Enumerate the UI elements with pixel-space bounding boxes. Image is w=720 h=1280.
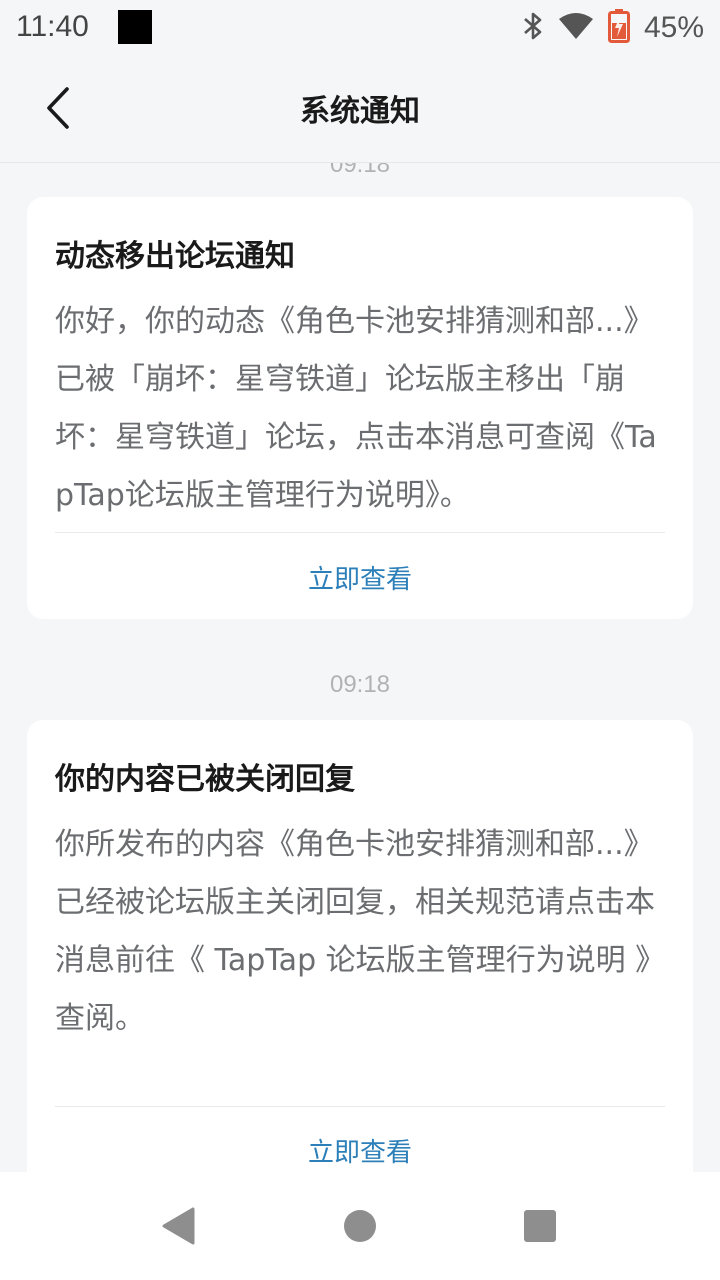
app-bar: 系统通知 [0,56,720,163]
back-triangle-icon [162,1207,195,1245]
notification-title: 动态移出论坛通知 [55,239,295,274]
view-now-button[interactable]: 立即查看 [27,1132,693,1169]
divider [55,532,665,533]
notification-body: 你所发布的内容《角色卡池安排猜测和部...》已经被论坛版主关闭回复，相关规范请点… [55,827,666,1036]
notification-card[interactable]: 你的内容已被关闭回复 你所发布的内容《角色卡池安排猜测和部...》已经被论坛版主… [27,720,693,1172]
recents-square-icon [524,1210,556,1242]
notification-title: 你的内容已被关闭回复 [55,762,355,797]
battery-icon [607,9,630,47]
wifi-icon [558,12,594,44]
notification-icon [118,10,152,44]
status-icons: 45% [522,9,704,47]
notification-list[interactable]: 09:18 动态移出论坛通知 你好，你的动态《角色卡池安排猜测和部...》已被「… [0,163,720,1172]
status-time: 11:40 [16,10,89,43]
nav-recents-button[interactable] [520,1206,560,1246]
timestamp: 09:18 [329,163,391,178]
nav-back-button[interactable] [158,1206,198,1246]
page-title: 系统通知 [300,94,420,129]
view-now-button[interactable]: 立即查看 [27,559,693,596]
status-bar: 11:40 45% [0,0,720,56]
nav-home-button[interactable] [340,1206,380,1246]
timestamp: 09:18 [329,671,391,698]
divider [55,1106,665,1107]
notification-body: 你好，你的动态《角色卡池安排猜测和部...》已被「崩坏：星穹铁道」论坛版主移出「… [55,304,657,513]
home-circle-icon [344,1210,376,1242]
system-nav-bar [0,1172,720,1280]
bluetooth-icon [522,10,544,46]
notification-card[interactable]: 动态移出论坛通知 你好，你的动态《角色卡池安排猜测和部...》已被「崩坏：星穹铁… [27,197,693,619]
battery-percent: 45% [643,11,704,44]
